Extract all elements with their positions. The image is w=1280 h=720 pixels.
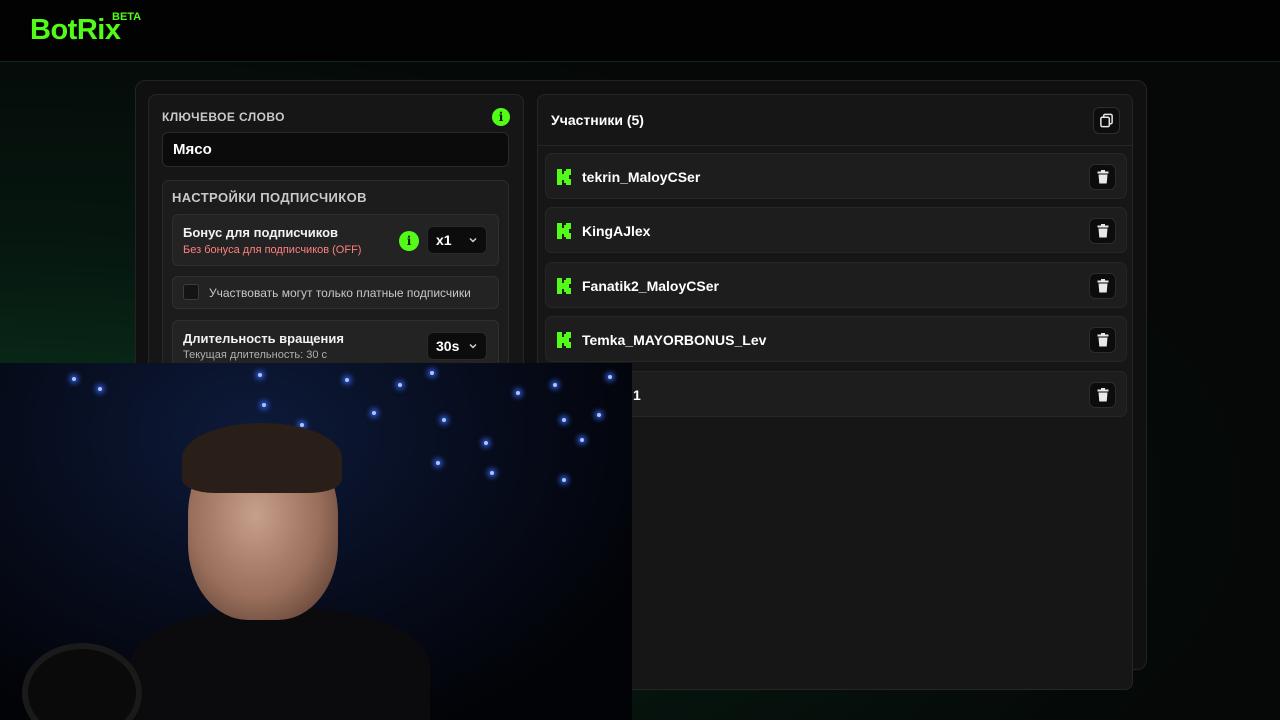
- fairy-light: [430, 371, 434, 375]
- copy-icon: [1100, 113, 1113, 128]
- participant-row: tekrin_MaloyCSer: [545, 153, 1127, 199]
- info-icon[interactable]: i: [399, 231, 419, 251]
- trash-icon: [1097, 279, 1108, 293]
- spin-duration-select[interactable]: 30s: [427, 332, 487, 360]
- fairy-light: [262, 403, 266, 407]
- subscriber-bonus-row: Бонус для подписчиков Без бонуса для под…: [172, 214, 499, 266]
- participant-name: tekrin_MaloyCSer: [582, 169, 701, 185]
- fairy-light: [553, 383, 557, 387]
- botrix-logo[interactable]: BotRix: [30, 14, 121, 47]
- fairy-light: [442, 418, 446, 422]
- spin-duration-value: 30s: [436, 338, 460, 354]
- remove-participant-button[interactable]: [1089, 327, 1116, 353]
- participant-row: 1: [545, 371, 1127, 417]
- participant-row: KingAJlex: [545, 207, 1127, 253]
- subscriber-bonus-label: Бонус для подписчиков: [183, 225, 339, 240]
- remove-participant-button[interactable]: [1089, 273, 1116, 299]
- spin-duration-current: Текущая длительность: 30 с: [183, 349, 327, 361]
- keyword-input[interactable]: [162, 132, 509, 167]
- fairy-light: [562, 418, 566, 422]
- kick-logo-icon: [557, 223, 571, 239]
- fairy-light: [436, 461, 440, 465]
- trash-icon: [1097, 388, 1108, 402]
- participant-row: Temka_MAYORBONUS_Lev: [545, 316, 1127, 362]
- remove-participant-button[interactable]: [1089, 218, 1116, 244]
- fairy-light: [398, 383, 402, 387]
- participant-name: Fanatik2_MaloyCSer: [582, 278, 719, 294]
- person-body: [130, 608, 430, 720]
- paid-only-checkbox[interactable]: [183, 284, 199, 300]
- subscriber-bonus-value: x1: [436, 232, 452, 248]
- fairy-light: [608, 375, 612, 379]
- trash-icon: [1097, 333, 1108, 347]
- fairy-light: [72, 377, 76, 381]
- fairy-light: [562, 478, 566, 482]
- fairy-light: [516, 391, 520, 395]
- trash-icon: [1097, 224, 1108, 238]
- paid-only-label: Участвовать могут только платные подписч…: [209, 286, 471, 300]
- remove-participant-button[interactable]: [1089, 164, 1116, 190]
- keyword-label: КЛЮЧЕВОЕ СЛОВО: [162, 110, 285, 124]
- copy-button[interactable]: [1093, 107, 1120, 134]
- fairy-light: [490, 471, 494, 475]
- remove-participant-button[interactable]: [1089, 382, 1116, 408]
- participant-name: Temka_MAYORBONUS_Lev: [582, 332, 767, 348]
- participants-title: Участники (5): [551, 112, 644, 128]
- fairy-light: [98, 387, 102, 391]
- participant-name: 1: [633, 387, 641, 403]
- chevron-down-icon: [469, 343, 477, 349]
- fairy-light: [580, 438, 584, 442]
- subscriber-bonus-select[interactable]: x1: [427, 226, 487, 254]
- participant-row: Fanatik2_MaloyCSer: [545, 262, 1127, 308]
- subscriber-bonus-status: Без бонуса для подписчиков (OFF): [183, 244, 362, 256]
- fairy-light: [258, 373, 262, 377]
- top-bar: BotRix BETA: [0, 0, 1280, 62]
- beta-badge: BETA: [112, 11, 142, 23]
- fairy-light: [345, 378, 349, 382]
- info-icon[interactable]: i: [492, 108, 510, 126]
- kick-logo-icon: [557, 169, 571, 185]
- spin-duration-label: Длительность вращения: [183, 331, 344, 346]
- fairy-light: [484, 441, 488, 445]
- participants-divider: [538, 145, 1132, 146]
- participant-name: KingAJlex: [582, 223, 651, 239]
- microphone: [22, 643, 142, 720]
- trash-icon: [1097, 170, 1108, 184]
- kick-logo-icon: [557, 332, 571, 348]
- webcam-overlay: [0, 363, 632, 720]
- chevron-down-icon: [469, 237, 477, 243]
- kick-logo-icon: [557, 278, 571, 294]
- fairy-light: [372, 411, 376, 415]
- fairy-light: [597, 413, 601, 417]
- subscriber-settings-title: НАСТРОЙКИ ПОДПИСЧИКОВ: [172, 190, 367, 205]
- person-hair: [182, 423, 342, 493]
